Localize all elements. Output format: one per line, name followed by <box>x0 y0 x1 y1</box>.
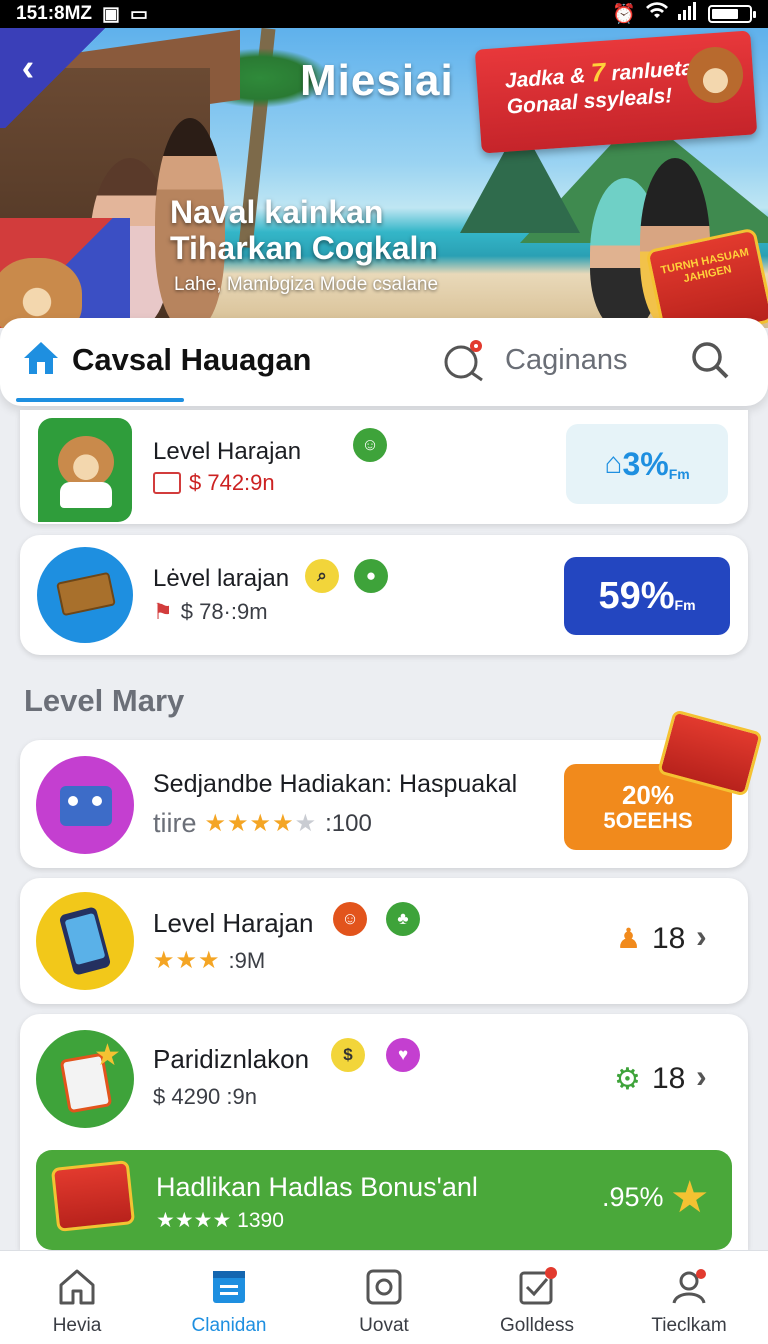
nav-label: Hevia <box>52 1315 102 1336</box>
star-icon: ★ <box>670 1173 710 1222</box>
rating-stars: ★★★ <box>153 947 221 974</box>
nav-label: Golldess <box>500 1315 574 1336</box>
hero-headline-line2: Tiharkan Cogkaln <box>170 230 438 266</box>
award-icon: ♟ <box>616 923 642 954</box>
robot-icon: ☺ <box>353 428 387 462</box>
discount-value: 59% <box>598 574 675 617</box>
hero-title: Miesiai <box>300 56 454 105</box>
user-icon <box>672 1269 706 1304</box>
nav-label: Tieclkam <box>651 1315 727 1336</box>
section-heading: Level Mary <box>24 683 185 718</box>
bonus-banner[interactable]: Hadlikan Hadlas Bonus'anl ★★★★ 1390 .95%… <box>36 1150 732 1250</box>
house-icon: ⌂ <box>604 447 623 480</box>
location-search-icon[interactable] <box>442 338 486 382</box>
bonus-stars-value: 1390 <box>237 1209 284 1232</box>
nav-item-tasks[interactable]: Golldess <box>462 1251 612 1344</box>
hero-subtitle: Lahe, Mambgiza Mode csalane <box>174 274 439 295</box>
hero-banner: ‹ Miesiai Jadka & 7 ranlueta Gonaal ssyl… <box>0 28 768 328</box>
nav-label: Uovat <box>359 1315 409 1336</box>
battery-icon <box>708 5 756 23</box>
header-secondary-tab[interactable]: Caginans <box>505 344 628 377</box>
nav-item-home[interactable]: Hevia <box>2 1251 152 1344</box>
nav-item-camera[interactable]: Uovat <box>309 1251 459 1344</box>
rating-value: :9M <box>228 947 266 973</box>
discount-value: 3% <box>622 445 669 482</box>
item-prefix: tiire <box>153 808 197 838</box>
home-icon <box>59 1269 95 1305</box>
list-item[interactable]: Level Harajan ★★★ :9M ☺ ♣ ♟ 18 › <box>20 878 748 1004</box>
item-title: Level Harajan <box>153 438 302 465</box>
nav-item-inbox[interactable]: Clanidan <box>154 1251 304 1344</box>
checkbox-icon <box>519 1267 557 1305</box>
header-title[interactable]: Cavsal Hauagan <box>72 342 312 378</box>
message-icon: ▭ <box>129 3 148 25</box>
discount-badge[interactable]: 59% Fm <box>564 557 730 635</box>
bonus-value: .95% <box>602 1182 664 1212</box>
item-count: 18 <box>652 922 686 955</box>
list-item[interactable]: Sedjandbe Hadiakan: Haspuakal tiire ★★★★… <box>20 709 763 868</box>
nav-label: Clanidan <box>191 1315 267 1336</box>
list-item[interactable]: Lėvel larajan ⚑ $ 78·:9m ⌕ ● 59% Fm <box>20 535 748 655</box>
status-time: 151:8MZ <box>16 3 93 24</box>
item-avatar: ★ <box>36 1030 134 1128</box>
item-avatar <box>36 892 134 990</box>
chevron-right-icon[interactable]: › <box>696 1058 707 1095</box>
bonus-title: Hadlikan Hadlas Bonus'anl <box>156 1172 478 1202</box>
item-title: Lėvel larajan <box>153 565 290 592</box>
discount-unit: Fm <box>674 597 696 613</box>
discount-badge[interactable]: ⌂ 3% Fm <box>566 424 728 504</box>
item-count: 18 <box>652 1062 686 1095</box>
status-bar: 151:8MZ ▣ ▭ ⏰ <box>0 0 768 28</box>
item-avatar <box>36 756 134 854</box>
search-icon[interactable] <box>690 340 730 380</box>
inbox-icon <box>213 1271 245 1303</box>
item-price: $ 78·:9m <box>180 599 268 624</box>
search-badge-icon: ⌕ <box>305 559 339 593</box>
item-title: Level Harajan <box>153 908 314 938</box>
header-bar: Cavsal Hauagan Caginans <box>0 318 768 406</box>
active-tab-indicator <box>16 398 184 402</box>
gear-icon: ⚙ <box>614 1063 641 1096</box>
item-avatar <box>37 547 133 643</box>
bottom-nav: Hevia Clanidan Uovat Golldess Tieclkam <box>0 1250 768 1344</box>
promo-line1-b: ranlueta <box>610 56 694 86</box>
rating-value: :100 <box>325 809 372 837</box>
item-title: Sedjandbe Hadiakan: Haspuakal <box>153 770 518 798</box>
item-price: $ 742:9n <box>189 470 275 495</box>
item-avatar <box>38 418 132 522</box>
emoji-icon: ☺ <box>333 902 367 936</box>
rating-stars: ★★★★★ <box>204 810 318 837</box>
promo-banner[interactable]: Jadka & 7 ranlueta Gonaal ssyleals! <box>474 30 758 154</box>
discount-unit: Fm <box>668 466 690 482</box>
hero-headline: Naval kainkan Tiharkan Cogkaln <box>170 194 438 266</box>
person-icon: ● <box>354 559 388 593</box>
wifi-icon <box>646 2 668 26</box>
promo-line1-num: 7 <box>589 56 607 88</box>
coin-icon: $ <box>331 1038 365 1072</box>
alarm-icon: ⏰ <box>612 4 636 25</box>
bonus-stars: ★★★★ <box>156 1209 232 1232</box>
ticket-icon <box>50 1160 136 1232</box>
camera-icon <box>366 1269 402 1305</box>
flag-icon: ⚑ <box>153 599 173 624</box>
item-price: $ 4290 :9n <box>153 1084 257 1109</box>
signal-icon <box>678 2 698 26</box>
chevron-right-icon[interactable]: › <box>696 918 707 955</box>
share-icon: ♣ <box>386 902 420 936</box>
discount-label: 5OEEHS <box>603 808 693 833</box>
card-icon <box>153 472 181 494</box>
list-item[interactable]: ★ Paridiznlakon $ 4290 :9n $ ♥ ⚙ 18 › Ha… <box>20 1014 748 1250</box>
notification-icon: ▣ <box>102 3 120 25</box>
home-icon <box>24 342 58 374</box>
back-button[interactable]: ‹ <box>10 48 46 88</box>
nav-item-profile[interactable]: Tieclkam <box>614 1251 764 1344</box>
hero-headline-line1: Naval kainkan <box>170 194 384 230</box>
item-title: Paridiznlakon <box>153 1044 310 1074</box>
promo-line1-a: Jadka & <box>504 64 587 93</box>
list-item[interactable]: Level Harajan $ 742:9n ☺ ⌂ 3% Fm <box>20 410 748 524</box>
heart-icon: ♥ <box>386 1038 420 1072</box>
